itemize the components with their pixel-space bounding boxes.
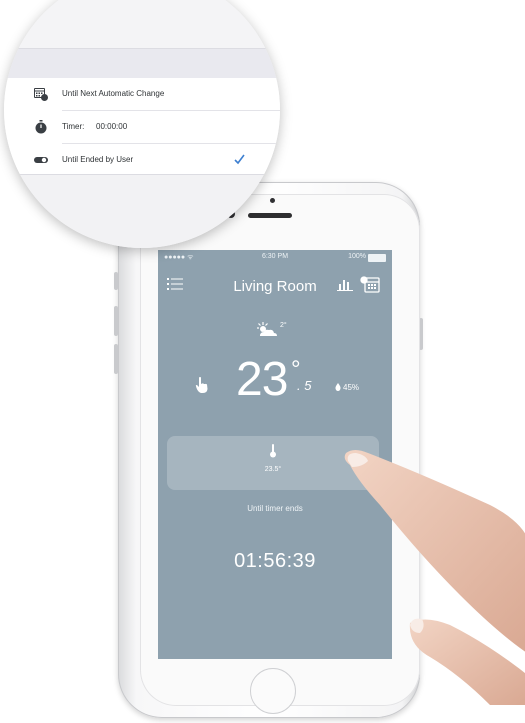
room-title: Living Room (233, 278, 317, 295)
list-item-label: Timer: (62, 122, 85, 131)
hold-mode-list: Until Next Automatic Change Timer: 00:00… (4, 78, 280, 174)
humidity-drop-icon (335, 383, 341, 391)
timer-value[interactable]: 00:00:00 (96, 122, 127, 131)
schedule-icon[interactable] (360, 274, 380, 294)
current-temperature-decimal: . 5 (297, 378, 312, 393)
checkmark-icon (234, 154, 245, 165)
finger-illustration (344, 450, 525, 705)
manual-mode-icon (195, 377, 208, 393)
chart-icon[interactable] (337, 276, 353, 292)
status-bar: ●●●●● ᯤ 6:30 PM 100% (158, 250, 392, 264)
magnified-top-area (4, 0, 280, 48)
partly-cloudy-icon (257, 322, 277, 336)
list-item-until-ended[interactable]: Until Ended by User (4, 144, 280, 176)
magnified-bottom-area (4, 174, 280, 248)
toggle-icon (34, 157, 48, 163)
home-button[interactable] (250, 668, 296, 714)
thermometer-icon (270, 444, 276, 458)
humidity-value: 45% (343, 383, 360, 392)
calendar-clock-icon (34, 88, 48, 101)
section-header-band (4, 48, 280, 79)
outdoor-temperature: 2° (280, 322, 287, 329)
list-item-timer[interactable]: Timer: 00:00:00 (4, 111, 280, 143)
battery-icon (368, 254, 386, 262)
battery-percentage: 100% (348, 253, 366, 260)
current-temperature: 23 (236, 353, 288, 406)
mute-switch (114, 272, 118, 290)
magnified-menu: Until Next Automatic Change Timer: 00:00… (4, 0, 280, 248)
list-item-next-change[interactable]: Until Next Automatic Change (4, 78, 280, 110)
volume-up-button (114, 306, 118, 336)
list-item-label: Until Ended by User (62, 155, 134, 164)
volume-down-button (114, 344, 118, 374)
stopwatch-icon (35, 120, 47, 134)
list-item-label: Until Next Automatic Change (62, 89, 165, 98)
